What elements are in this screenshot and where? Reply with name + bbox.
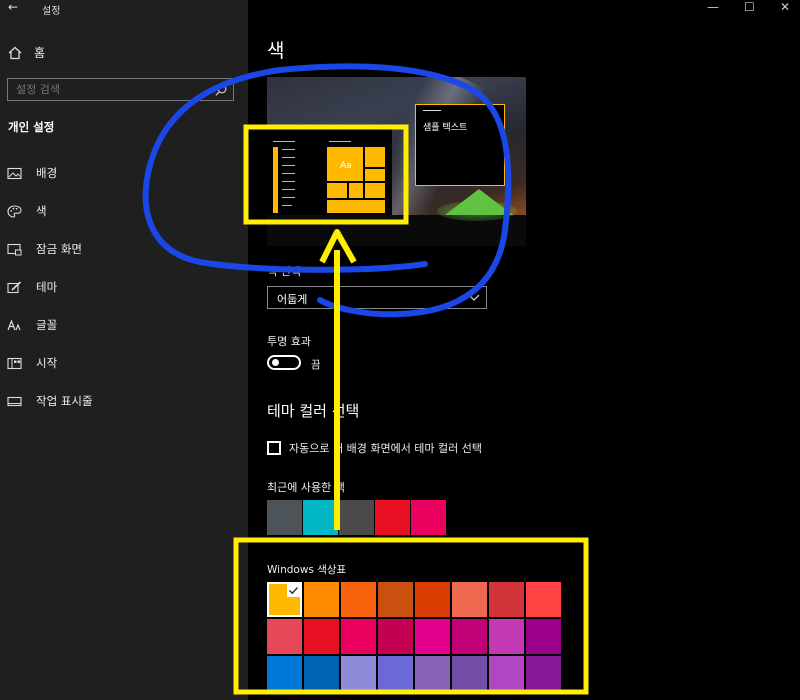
windows-color-swatch[interactable] [489,619,524,654]
palette-icon [7,204,22,218]
recent-colors-label: 최근에 사용한 색 [267,481,345,494]
page-title: 색 [267,40,285,62]
search-icon[interactable] [214,83,228,97]
preview-tile [365,183,385,198]
windows-color-swatch[interactable] [267,582,302,617]
chevron-down-icon [468,294,480,301]
app-title: 설정 [42,6,61,17]
preview-tile [365,169,385,181]
home-icon [8,46,22,59]
windows-color-swatch[interactable] [304,656,339,691]
theme-preview: Aa 샘플 텍스트 [267,77,526,246]
windows-color-swatch[interactable] [378,582,413,617]
preview-tile-wide [327,200,385,213]
sidebar-item-background[interactable]: 배경 [7,165,57,181]
main-content: 색 Aa 샘플 텍스트 색 선택 어둡게 투명 효과 끔 테마 컬러 선택 자동… [248,0,800,700]
sidebar-item-label: 작업 표시줄 [36,394,93,408]
windows-color-swatch[interactable] [452,619,487,654]
back-arrow-icon[interactable]: ← [8,0,18,14]
windows-color-swatch[interactable] [526,582,561,617]
windows-color-swatch[interactable] [526,619,561,654]
preview-sample-window: 샘플 텍스트 [415,104,505,186]
windows-color-swatch[interactable] [415,582,450,617]
windows-color-swatch[interactable] [378,656,413,691]
accent-color-heading: 테마 컬러 선택 [267,402,360,420]
recent-color-swatch[interactable] [411,500,446,535]
sidebar-item-label: 글꼴 [36,318,58,332]
auto-accent-checkbox[interactable] [267,441,281,455]
preview-sample-text: 샘플 텍스트 [423,123,468,133]
transparency-state: 끔 [311,359,321,371]
recent-color-swatch[interactable] [375,500,410,535]
auto-accent-label: 자동으로 내 배경 화면에서 테마 컬러 선택 [289,442,483,455]
preview-tile-text: Aa [340,161,352,171]
color-mode-dropdown[interactable]: 어둡게 [267,286,487,309]
transparency-label: 투명 효과 [267,335,311,348]
checkmark-icon [287,584,300,597]
sidebar-item-start[interactable]: 시작 [7,355,57,371]
sidebar-item-label: 시작 [36,356,58,370]
toggle-knob [272,359,279,366]
windows-color-swatch[interactable] [341,619,376,654]
sidebar-item-themes[interactable]: 테마 [7,279,57,295]
section-title: 개인 설정 [8,120,55,134]
windows-color-swatch[interactable] [378,619,413,654]
windows-color-swatch[interactable] [415,656,450,691]
sidebar-item-taskbar[interactable]: 작업 표시줄 [7,393,93,409]
recent-color-swatch[interactable] [303,500,338,535]
sidebar-item-label: 잠금 화면 [36,242,82,256]
sidebar-item-lock-screen[interactable]: 잠금 화면 [7,241,82,257]
windows-color-swatch[interactable] [526,656,561,691]
auto-accent-checkbox-row[interactable]: 자동으로 내 배경 화면에서 테마 컬러 선택 [267,440,482,456]
color-mode-value: 어둡게 [277,293,308,306]
transparency-toggle[interactable] [267,355,301,370]
windows-color-swatch[interactable] [267,619,302,654]
sidebar: 홈 개인 설정 배경 색 잠금 화면 테마 글꼴 시작 작업 표시줄 [0,0,248,700]
preview-tile [365,147,385,167]
windows-color-swatch[interactable] [452,582,487,617]
theme-brush-icon [7,280,22,293]
windows-color-swatch[interactable] [267,656,302,691]
windows-color-swatch[interactable] [489,656,524,691]
sidebar-item-label: 색 [36,204,47,218]
sidebar-item-fonts[interactable]: 글꼴 [7,317,57,333]
picture-icon [7,167,22,179]
preview-tile [349,183,363,198]
preview-start-accent-bar [273,147,278,213]
recent-color-swatch[interactable] [267,500,302,535]
start-icon [7,357,22,369]
windows-color-swatch[interactable] [415,619,450,654]
windows-color-swatch[interactable] [304,619,339,654]
font-icon [7,318,21,330]
preview-window-bar [423,110,441,111]
home-nav-item[interactable]: 홈 [8,44,45,61]
windows-color-swatch[interactable] [304,582,339,617]
windows-color-swatch[interactable] [489,582,524,617]
preview-start-menu: Aa [267,127,392,215]
home-label: 홈 [34,46,46,60]
settings-search-box[interactable] [7,78,234,101]
search-input[interactable] [14,82,208,97]
preview-tile [327,183,347,198]
windows-color-swatch[interactable] [341,656,376,691]
sidebar-item-label: 배경 [36,166,58,180]
windows-color-swatch[interactable] [341,582,376,617]
sidebar-item-label: 테마 [36,280,58,294]
preview-tent [445,189,513,215]
windows-color-swatch[interactable] [452,656,487,691]
lock-screen-icon [7,243,22,255]
taskbar-icon [7,396,22,406]
windows-colors-grid [267,582,561,691]
sidebar-item-colors[interactable]: 색 [7,203,47,219]
windows-colors-label: Windows 색상표 [267,564,347,576]
color-mode-label: 색 선택 [267,265,301,278]
recent-colors-row [267,500,446,535]
recent-color-swatch[interactable] [339,500,374,535]
